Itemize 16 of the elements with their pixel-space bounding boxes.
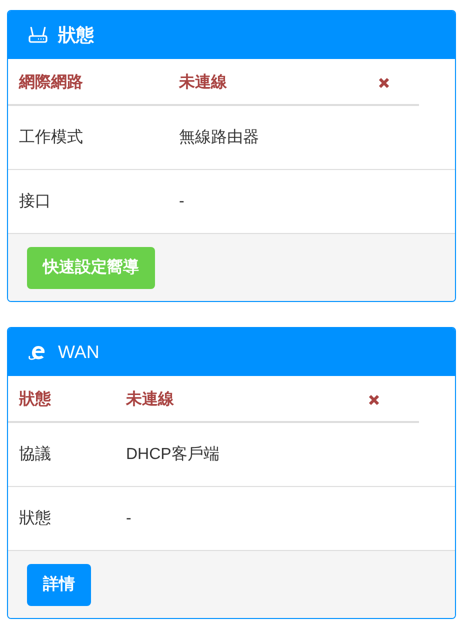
panel-title: 狀態 [58, 24, 94, 46]
row-label: 狀態 [19, 508, 52, 528]
row-value: DHCP客戶端 [126, 444, 220, 464]
row-label: 接口 [19, 192, 52, 212]
row-label: 網際網路 [19, 72, 84, 92]
row-label: 狀態 [19, 389, 52, 410]
row-value: - [179, 192, 184, 212]
status-value: 未連線 [179, 72, 228, 92]
row-label: 工作模式 [19, 128, 84, 148]
panel-button[interactable]: 快速設定嚮導 [27, 246, 155, 288]
row-value: 無線路由器 [179, 128, 259, 148]
row-value: - [126, 508, 132, 528]
panel-button[interactable]: 詳情 [27, 564, 91, 606]
status-value: 未連線 [126, 390, 175, 410]
panel-title: WAN [58, 340, 100, 364]
row-label: 協議 [19, 444, 52, 464]
